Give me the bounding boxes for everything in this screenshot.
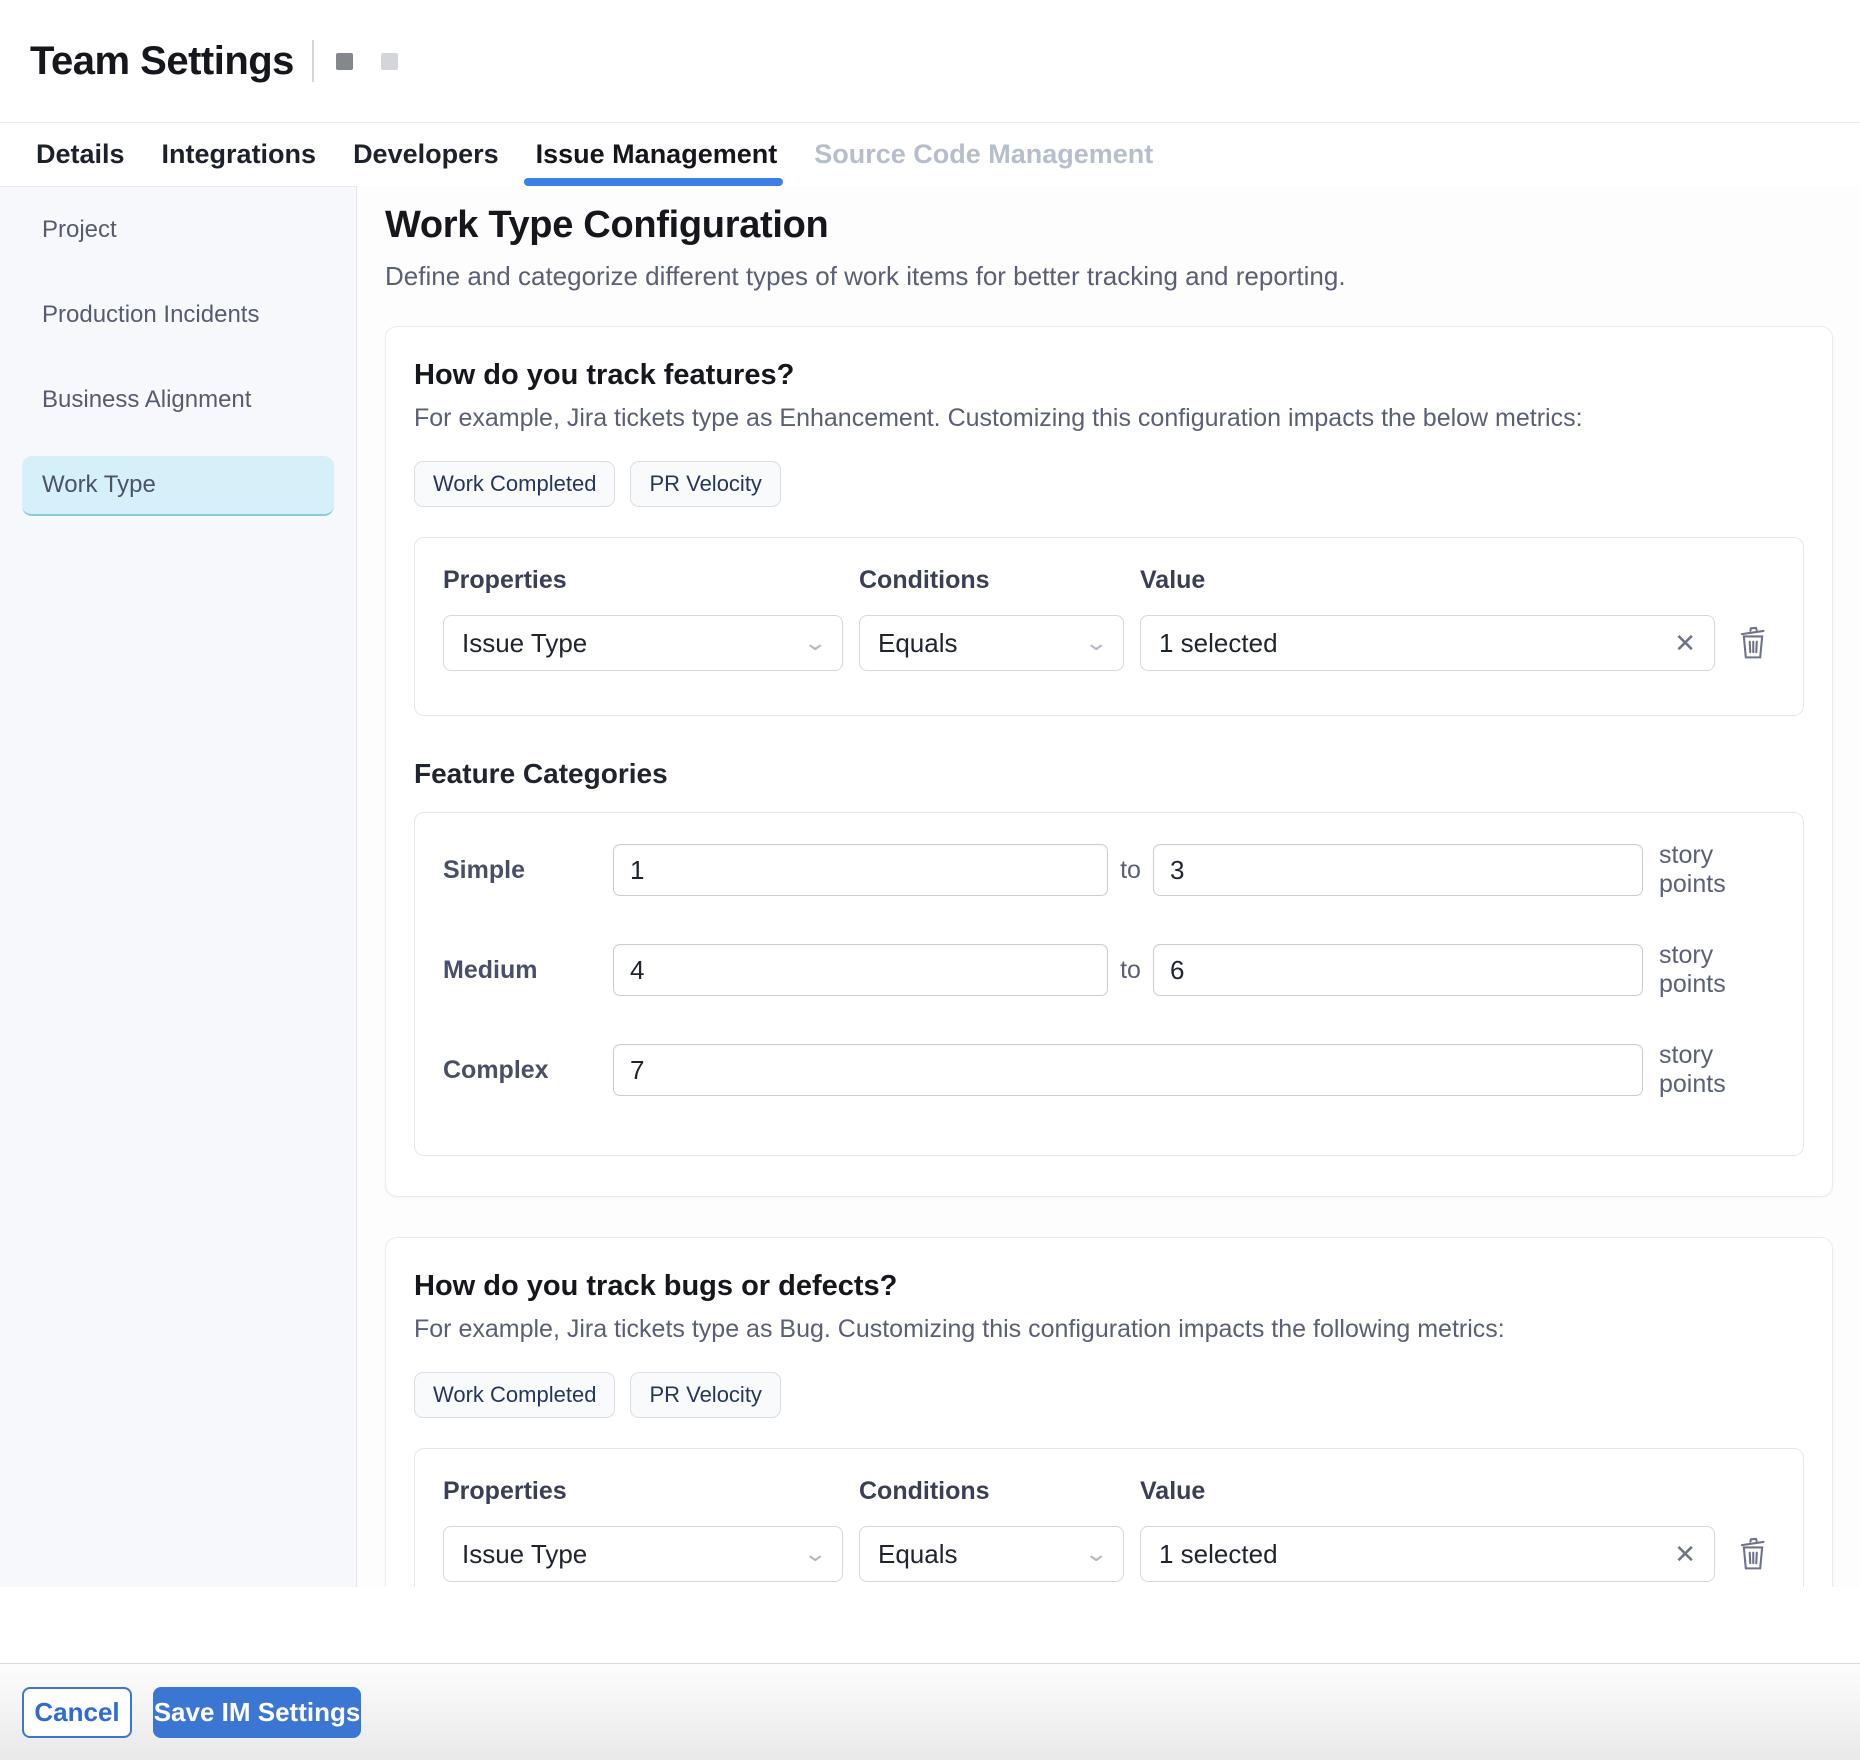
conditions-label: Conditions: [859, 1477, 1124, 1506]
save-im-settings-button[interactable]: Save IM Settings: [153, 1687, 361, 1738]
medium-min-input[interactable]: [613, 944, 1108, 996]
cancel-button[interactable]: Cancel: [22, 1687, 132, 1738]
chevron-down-icon: ⌄: [802, 1541, 827, 1567]
app-header: Team Settings: [0, 0, 1860, 123]
value-label: Value: [1140, 1477, 1715, 1506]
page-title: Work Type Configuration: [385, 204, 1833, 247]
header-badge-icon-dark: [336, 53, 353, 70]
content-viewport: Project Production Incidents Business Al…: [0, 186, 1860, 1587]
tab-details[interactable]: Details: [36, 123, 125, 186]
range-to-label: to: [1108, 956, 1153, 985]
value-multiselect[interactable]: 1 selected ✕: [1140, 615, 1715, 671]
sidebar-item-business-alignment[interactable]: Business Alignment: [0, 371, 356, 429]
category-label-simple: Simple: [443, 856, 613, 885]
medium-max-input[interactable]: [1153, 944, 1643, 996]
tab-developers[interactable]: Developers: [353, 123, 499, 186]
conditions-label: Conditions: [859, 566, 1124, 595]
footer-action-bar: Cancel Save IM Settings: [0, 1663, 1860, 1760]
simple-min-input[interactable]: [613, 844, 1108, 896]
trash-icon: [1737, 626, 1769, 660]
category-label-complex: Complex: [443, 1056, 613, 1085]
story-points-label: story points: [1643, 841, 1775, 899]
properties-select-value: Issue Type: [462, 628, 587, 659]
delete-rule-button[interactable]: [1731, 615, 1775, 671]
features-description: For example, Jira tickets type as Enhanc…: [414, 404, 1804, 433]
delete-rule-button[interactable]: [1731, 1526, 1775, 1582]
bottom-spacer: [0, 1587, 1860, 1663]
bugs-rule-box: Properties Conditions Value Issue Type ⌄…: [414, 1448, 1804, 1587]
badge-pr-velocity: PR Velocity: [630, 461, 781, 507]
tab-source-code-management: Source Code Management: [814, 123, 1153, 186]
properties-select[interactable]: Issue Type ⌄: [443, 1526, 843, 1582]
complex-min-input[interactable]: [613, 1044, 1643, 1096]
sidebar-item-production-incidents[interactable]: Production Incidents: [0, 286, 356, 344]
trash-icon: [1737, 1537, 1769, 1571]
features-metric-badges: Work Completed PR Velocity: [414, 461, 1804, 507]
properties-select[interactable]: Issue Type ⌄: [443, 615, 843, 671]
header-divider: [312, 40, 314, 82]
badge-work-completed: Work Completed: [414, 461, 615, 507]
story-points-label: story points: [1643, 1041, 1775, 1099]
simple-max-input[interactable]: [1153, 844, 1643, 896]
bugs-metric-badges: Work Completed PR Velocity: [414, 1372, 1804, 1418]
conditions-select[interactable]: Equals ⌄: [859, 615, 1124, 671]
sidebar-item-work-type[interactable]: Work Type: [22, 456, 334, 516]
badge-pr-velocity: PR Velocity: [630, 1372, 781, 1418]
tab-integrations[interactable]: Integrations: [162, 123, 317, 186]
bugs-heading: How do you track bugs or defects?: [414, 1270, 1804, 1303]
category-label-medium: Medium: [443, 956, 613, 985]
range-to-label: to: [1108, 856, 1153, 885]
chevron-down-icon: ⌄: [1083, 1541, 1108, 1567]
features-heading: How do you track features?: [414, 359, 1804, 392]
properties-label: Properties: [443, 1477, 843, 1506]
page-header-title: Team Settings: [30, 39, 294, 84]
badge-work-completed: Work Completed: [414, 1372, 615, 1418]
story-points-label: story points: [1643, 941, 1775, 999]
clear-selection-icon[interactable]: ✕: [1674, 628, 1696, 659]
conditions-select-value: Equals: [878, 628, 958, 659]
tab-issue-management[interactable]: Issue Management: [536, 123, 778, 186]
header-badge-icon-light: [381, 53, 398, 70]
value-selected-count: 1 selected: [1159, 1539, 1278, 1570]
conditions-select[interactable]: Equals ⌄: [859, 1526, 1124, 1582]
conditions-select-value: Equals: [878, 1539, 958, 1570]
sidebar-item-project[interactable]: Project: [0, 201, 356, 259]
bugs-description: For example, Jira tickets type as Bug. C…: [414, 1315, 1804, 1344]
page-subtitle: Define and categorize different types of…: [385, 261, 1833, 292]
bugs-section-card: How do you track bugs or defects? For ex…: [385, 1237, 1833, 1587]
properties-select-value: Issue Type: [462, 1539, 587, 1570]
properties-label: Properties: [443, 566, 843, 595]
features-rule-box: Properties Conditions Value Issue Type ⌄…: [414, 537, 1804, 716]
main-panel: Work Type Configuration Define and categ…: [357, 186, 1860, 1587]
chevron-down-icon: ⌄: [802, 630, 827, 656]
chevron-down-icon: ⌄: [1083, 630, 1108, 656]
value-selected-count: 1 selected: [1159, 628, 1278, 659]
clear-selection-icon[interactable]: ✕: [1674, 1539, 1696, 1570]
value-multiselect[interactable]: 1 selected ✕: [1140, 1526, 1715, 1582]
features-section-card: How do you track features? For example, …: [385, 326, 1833, 1197]
value-label: Value: [1140, 566, 1715, 595]
settings-sidebar: Project Production Incidents Business Al…: [0, 186, 357, 1587]
feature-categories-box: Simple to story points Medium to story p…: [414, 812, 1804, 1156]
settings-tab-bar: Details Integrations Developers Issue Ma…: [0, 123, 1860, 186]
feature-categories-heading: Feature Categories: [414, 758, 1804, 790]
